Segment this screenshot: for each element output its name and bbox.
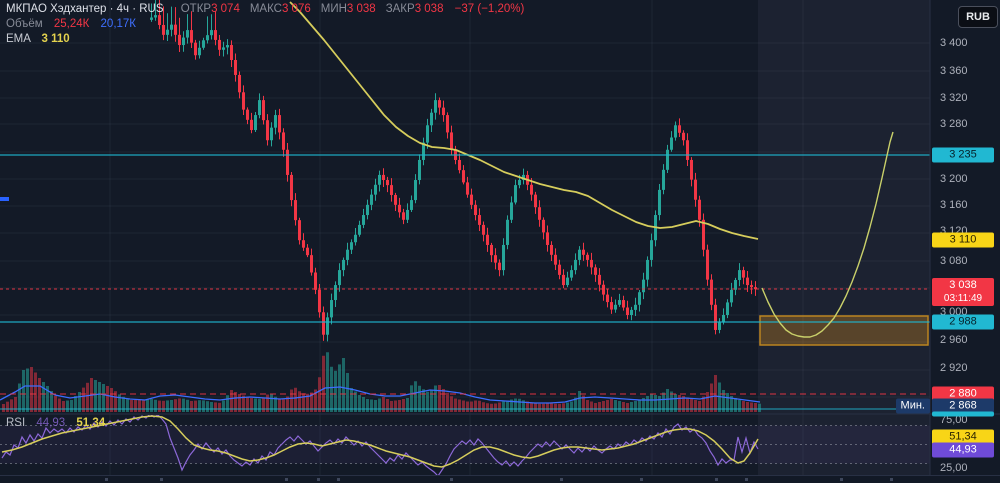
axis-tick: 3 400 [940, 37, 968, 49]
time-tick [160, 478, 163, 481]
ohlc-field-label: ОТКР [180, 3, 212, 15]
price-label[interactable]: 3 235 [932, 147, 994, 163]
time-tick [560, 478, 563, 481]
axis-tick: 3 320 [940, 92, 968, 104]
drawing-anchor-mark[interactable] [0, 197, 9, 201]
time-tick [285, 478, 288, 481]
price-label[interactable]: 3 110 [932, 232, 994, 248]
rsi-label: RSI [6, 417, 26, 429]
price-label[interactable]: 2 988 [932, 314, 994, 330]
trading-chart-window: МКПАО Хэдхантер · 4ч · RUS ОТКР3 074 МАКС… [0, 0, 1000, 483]
supply-zone-box[interactable] [759, 315, 929, 346]
ema-value: 3 110 [41, 33, 70, 45]
rsi-ma-value: 51,34 [76, 417, 106, 429]
axis-tick: 3 200 [940, 173, 968, 185]
time-tick [715, 478, 718, 481]
volume-legend-row[interactable]: Объём 25,24К 20,17К [6, 18, 136, 30]
axis-tick: 2 920 [940, 362, 968, 374]
ohlc-field-label: ЗАКР [385, 3, 415, 15]
price-label[interactable]: 3 038 03:11:49 [932, 278, 994, 306]
volume-value: 25,24К [53, 18, 90, 30]
volume-ma-value: 20,17К [100, 18, 137, 30]
ohlc-field-value: 3 076 [281, 3, 311, 15]
symbol-legend-row[interactable]: МКПАО Хэдхантер · 4ч · RUS ОТКР3 074 МАКС… [6, 3, 524, 15]
axis-tick: 3 360 [940, 65, 968, 77]
currency-toggle-button[interactable]: RUB [958, 6, 998, 28]
axis-tick: 25,00 [940, 462, 968, 474]
time-tick [105, 478, 108, 481]
min-tag: Мин. [895, 398, 930, 414]
candles [150, 0, 757, 342]
axis-tick: 3 080 [940, 255, 968, 267]
ohlc-field-value: 3 038 [414, 3, 444, 15]
time-tick [840, 478, 843, 481]
time-axis[interactable] [0, 475, 1000, 483]
symbol-title: МКПАО Хэдхантер · 4ч · RUS [6, 3, 164, 15]
time-tick [745, 478, 748, 481]
volume-bars [2, 352, 761, 412]
ema-label: EMA [6, 33, 31, 45]
axis-tick: 3 160 [940, 199, 968, 211]
ohlc-field-label: МАКС [249, 3, 282, 15]
time-tick [317, 478, 320, 481]
ohlc-field-label: МИН [320, 3, 347, 15]
ohlc-field-value: 3 038 [346, 3, 376, 15]
volume-label: Объём [6, 18, 43, 30]
axis-tick: 2 960 [940, 334, 968, 346]
change-value: −37 (−1,20%) [454, 3, 525, 15]
axis-tick: 3 280 [940, 118, 968, 130]
ohlc-field-value: 3 074 [211, 3, 240, 15]
rsi-value: 44,93 [36, 417, 66, 429]
ema-legend-row[interactable]: EMA 3 110 [6, 33, 70, 45]
time-tick [890, 478, 893, 481]
price-label[interactable]: 44,93 [932, 442, 994, 458]
ema-line[interactable] [289, 1, 759, 240]
rsi-legend-row[interactable]: RSI 44,93 51,34 [6, 417, 105, 429]
price-label[interactable] [932, 411, 994, 417]
time-tick [640, 478, 643, 481]
price-axis[interactable]: 3 400 3 360 3 320 3 280 3 200 3 160 3 120 3 080… [895, 0, 1000, 483]
time-tick [337, 478, 340, 481]
time-tick [450, 478, 453, 481]
ohlc-fields: ОТКР3 074 МАКС3 076 МИН3 038 ЗАКР3 038 [171, 3, 444, 15]
chart-canvas[interactable] [0, 0, 1000, 483]
